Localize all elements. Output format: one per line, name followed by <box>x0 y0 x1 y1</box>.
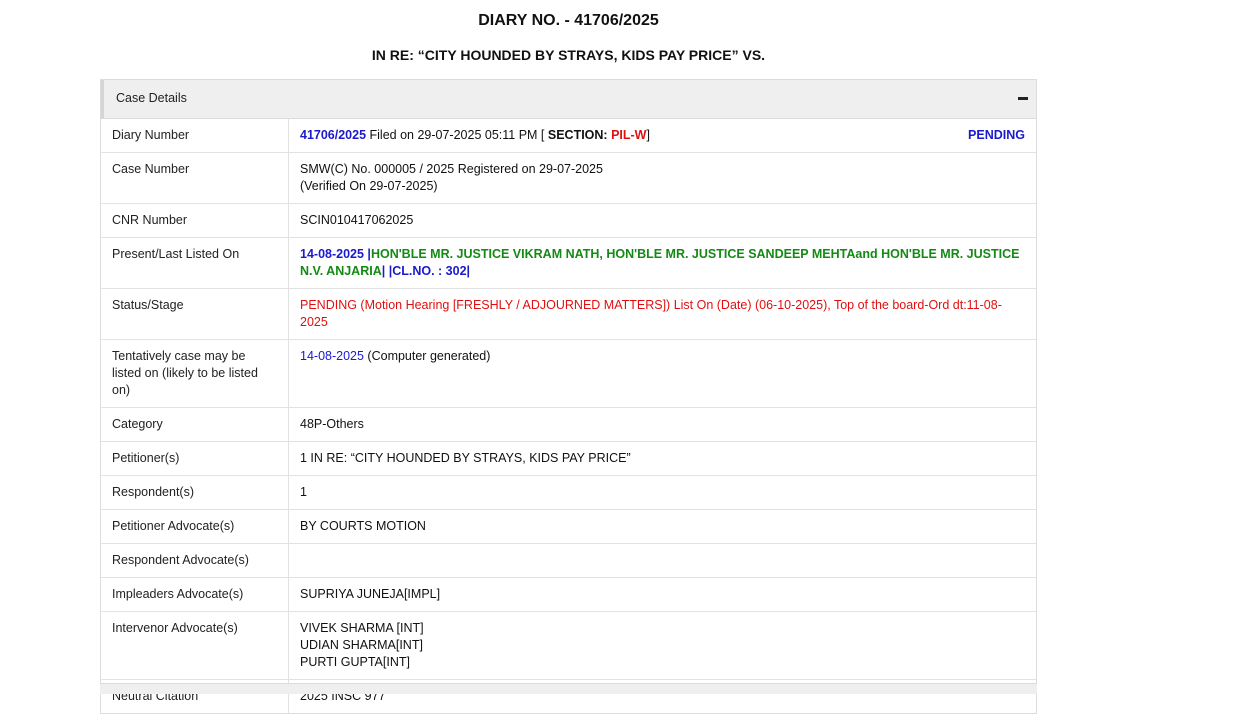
table-row: Impleaders Advocate(s) SUPRIYA JUNEJA[IM… <box>101 577 1036 612</box>
panel-title: Case Details <box>116 91 187 105</box>
status-badge: PENDING <box>968 128 1025 142</box>
separator: | <box>363 247 371 261</box>
status-stage-value: PENDING (Motion Hearing [FRESHLY / ADJOU… <box>288 288 1036 340</box>
intervenor-advocate: UDIAN SHARMA[INT] <box>300 638 423 652</box>
row-label: Case Number <box>101 152 289 204</box>
case-details-panel: Case Details Diary Number PENDING 41706/… <box>100 79 1037 714</box>
table-row: Status/Stage PENDING (Motion Hearing [FR… <box>101 288 1036 340</box>
minus-icon[interactable] <box>1018 97 1028 100</box>
case-number-value: SMW(C) No. 000005 / 2025 Registered on 2… <box>288 152 1036 204</box>
row-label: Petitioner Advocate(s) <box>101 509 289 544</box>
page-subtitle: IN RE: “CITY HOUNDED BY STRAYS, KIDS PAY… <box>371 47 766 63</box>
respondent-value: 1 <box>288 475 1036 510</box>
cnr-value: SCIN010417062025 <box>288 203 1036 238</box>
table-row: Diary Number PENDING 41706/2025 Filed on… <box>101 119 1036 153</box>
verified-on-line: (Verified On 29-07-2025) <box>300 179 438 193</box>
table-row: Tentatively case may be listed on (likel… <box>101 339 1036 408</box>
tentative-date: 14-08-2025 <box>300 349 364 363</box>
row-label: Respondent Advocate(s) <box>101 543 289 578</box>
row-label: Diary Number <box>101 119 289 153</box>
tentative-listing-value: 14-08-2025 (Computer generated) <box>288 339 1036 408</box>
section-value: PIL-W <box>611 128 647 142</box>
table-row: Respondent Advocate(s) <box>101 543 1036 578</box>
table-row: Case Number SMW(C) No. 000005 / 2025 Reg… <box>101 152 1036 204</box>
filed-on-text: Filed on 29-07-2025 05:11 PM [ <box>366 128 548 142</box>
listed-date: 14-08-2025 <box>300 247 364 261</box>
table-row: Present/Last Listed On 14-08-2025 |HON'B… <box>101 237 1036 289</box>
table-row: CNR Number SCIN010417062025 <box>101 203 1036 238</box>
intervenor-advocate-value: VIVEK SHARMA [INT] UDIAN SHARMA[INT] PUR… <box>288 611 1036 680</box>
listed-on-value: 14-08-2025 |HON'BLE MR. JUSTICE VIKRAM N… <box>288 237 1036 289</box>
computer-generated-note: (Computer generated) <box>363 349 491 363</box>
section-label: SECTION: <box>547 128 612 142</box>
row-label: CNR Number <box>101 203 289 238</box>
table-row: Category 48P-Others <box>101 407 1036 442</box>
page: DIARY NO. - 41706/2025 IN RE: “CITY HOUN… <box>0 0 1245 714</box>
petitioner-value: 1 IN RE: “CITY HOUNDED BY STRAYS, KIDS P… <box>288 441 1036 476</box>
intervenor-advocate: VIVEK SHARMA [INT] <box>300 621 424 635</box>
category-value: 48P-Others <box>288 407 1036 442</box>
court-list-number: |CL.NO. : 302| <box>388 264 471 278</box>
row-label: Category <box>101 407 289 442</box>
impleader-advocate-value: SUPRIYA JUNEJA[IMPL] <box>288 577 1036 612</box>
row-label: Tentatively case may be listed on (likel… <box>101 339 289 408</box>
table-row: Respondent(s) 1 <box>101 475 1036 510</box>
separator: | <box>381 264 389 278</box>
diary-number: 41706/2025 <box>300 128 367 142</box>
case-details-header[interactable]: Case Details <box>101 80 1036 119</box>
intervenor-advocate: PURTI GUPTA[INT] <box>300 655 410 669</box>
table-row: Petitioner(s) 1 IN RE: “CITY HOUNDED BY … <box>101 441 1036 476</box>
diary-number-value: PENDING 41706/2025 Filed on 29-07-2025 0… <box>289 119 1037 153</box>
section-close: ] <box>646 128 650 142</box>
case-details-table: Diary Number PENDING 41706/2025 Filed on… <box>101 119 1036 713</box>
row-label: Respondent(s) <box>101 475 289 510</box>
page-title: DIARY NO. - 41706/2025 <box>478 12 659 29</box>
row-label: Present/Last Listed On <box>101 237 289 289</box>
petitioner-advocate-value: BY COURTS MOTION <box>288 509 1036 544</box>
row-label: Impleaders Advocate(s) <box>101 577 289 612</box>
row-label: Status/Stage <box>101 288 289 340</box>
row-label: Intervenor Advocate(s) <box>101 611 289 680</box>
case-number-line: SMW(C) No. 000005 / 2025 Registered on 2… <box>300 162 603 176</box>
table-row: Petitioner Advocate(s) BY COURTS MOTION <box>101 509 1036 544</box>
next-panel-header[interactable] <box>100 683 1037 694</box>
row-label: Petitioner(s) <box>101 441 289 476</box>
table-row: Intervenor Advocate(s) VIVEK SHARMA [INT… <box>101 611 1036 680</box>
respondent-advocate-value <box>288 543 1036 578</box>
